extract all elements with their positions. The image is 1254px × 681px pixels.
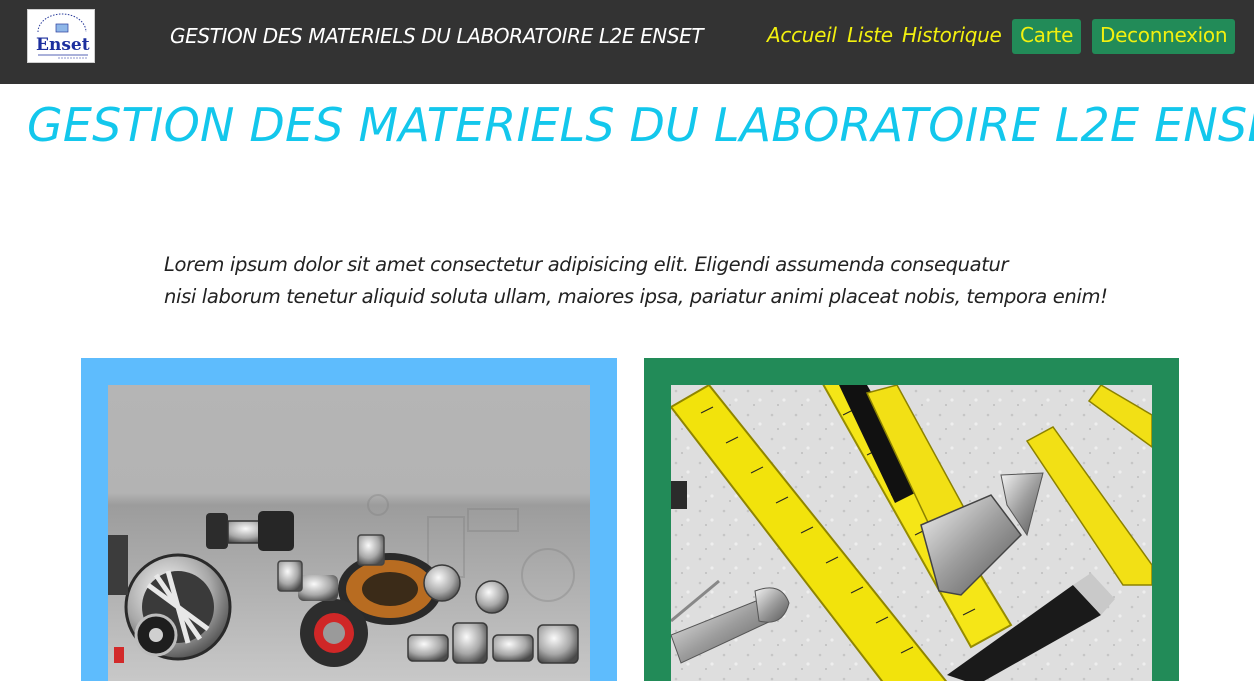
navbar-title: GESTION DES MATERIELS DU LABORATOIRE L2E… [170, 24, 704, 48]
intro-line-2: nisi laborum tenetur aliquid soluta ulla… [164, 285, 1108, 308]
enset-logo[interactable]: Enset [27, 9, 95, 63]
navbar: Enset GESTION DES MATERIELS DU LABORATOI… [0, 0, 1254, 84]
enset-logo-graphic: Enset [36, 13, 90, 59]
logo-text: Enset [36, 35, 90, 55]
nav-link-historique[interactable]: Historique [902, 23, 1002, 47]
nav-link-liste[interactable]: Liste [847, 23, 893, 47]
intro-paragraph: Lorem ipsum dolor sit amet consectetur a… [164, 249, 1124, 313]
auto-parts-image [108, 385, 590, 681]
intro-line-1: Lorem ipsum dolor sit amet consectetur a… [164, 253, 1009, 276]
deconnexion-button[interactable]: Deconnexion [1092, 19, 1236, 54]
tools-image [671, 385, 1152, 681]
carte-button[interactable]: Carte [1012, 19, 1082, 54]
nav-link-accueil[interactable]: Accueil [767, 23, 837, 47]
card-tools[interactable] [644, 358, 1179, 681]
page-title: GESTION DES MATERIELS DU LABORATOIRE L2E… [27, 98, 1254, 152]
card-auto-parts[interactable] [81, 358, 617, 681]
